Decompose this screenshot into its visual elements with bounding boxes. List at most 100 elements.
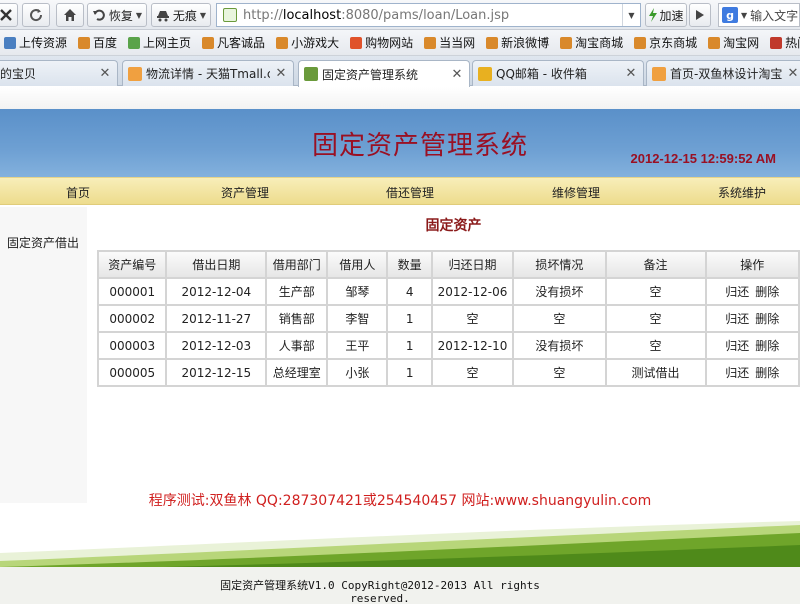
nav-item-home[interactable]: 首页 [66, 184, 90, 201]
close-tab-icon[interactable]: ✕ [624, 66, 638, 81]
nav-item-system-maintenance[interactable]: 系统维护 [718, 184, 766, 201]
actions-cell: 归还 删除 [704, 358, 800, 387]
bookmark-label: 淘宝商城 [575, 36, 624, 50]
delete-link[interactable]: 删除 [755, 339, 779, 353]
home-button[interactable] [56, 3, 84, 27]
bookmarks-bar: 上传资源 百度 上网主页 凡客诚品 小游戏大 购物网站 当当网 新浪微博 淘宝商城 京东商城 淘宝网… [0, 30, 800, 56]
table-cell: 2012-12-06 [430, 277, 515, 306]
delete-link[interactable]: 删除 [755, 285, 779, 299]
incognito-button[interactable]: 无痕 ▼ [151, 3, 211, 27]
accelerate-button[interactable]: 加速 [645, 3, 687, 27]
table-row: 000002 2012-11-27 销售部 李智 1 空空空归还 删除 [96, 304, 800, 333]
address-bar[interactable]: http://localhost:8080/pams/loan/Loan.jsp… [216, 3, 641, 27]
bookmark-label: 上网主页 [143, 36, 192, 50]
tab-favicon [478, 66, 492, 81]
table-row: 000005 2012-12-15 总经理室 小张 1 空空测试借出 归还 删除 [96, 358, 800, 387]
incognito-icon [156, 11, 169, 22]
bookmark-item[interactable]: 上网主页 [128, 34, 191, 51]
sidebar-item-asset-loan[interactable]: 固定资产借出 [7, 234, 79, 251]
footer-line-2: reserved. [350, 592, 410, 604]
undo-icon [92, 9, 105, 21]
bookmark-item[interactable]: 百度 [78, 34, 117, 51]
column-header: 数量 [386, 250, 433, 279]
restore-button[interactable]: 恢复 ▼ [87, 3, 147, 27]
search-box[interactable]: g ▼ 输入文字 [718, 3, 800, 27]
table-cell: 2012-12-15 [165, 358, 268, 387]
browser-tab[interactable]: 首页-双鱼林设计淘宝店... ✕ [646, 60, 800, 86]
restore-label: 恢复 [108, 8, 133, 23]
tab-favicon [652, 66, 666, 81]
browser-toolbar: 恢复 ▼ 无痕 ▼ http://localhost:8080/pams/loa… [0, 0, 800, 30]
browser-tab[interactable]: QQ邮箱 - 收件箱 ✕ [472, 60, 644, 86]
browser-tab[interactable]: 的宝贝 ✕ [0, 60, 118, 86]
table-cell: 李智 [326, 304, 389, 333]
return-link[interactable]: 归还 [725, 312, 749, 326]
bookmark-item[interactable]: 当当网 [424, 34, 475, 51]
bookmark-item[interactable]: 淘宝商城 [560, 34, 623, 51]
bookmark-icon [486, 36, 499, 49]
table-cell: 2012-12-04 [165, 277, 268, 306]
asset-loan-table: 资产编号 借出日期 借用部门 借用人 数量 归还日期 损坏情况 备注 操作 000001 2012… [96, 250, 800, 387]
bookmark-item[interactable]: 上传资源 [4, 34, 67, 51]
close-icon [0, 9, 12, 21]
page-top-strip [0, 87, 800, 109]
column-header: 归还日期 [430, 250, 515, 279]
bookmark-item[interactable]: 购物网站 [350, 34, 413, 51]
search-input[interactable]: 输入文字 [750, 7, 798, 24]
table-cell: 人事部 [265, 331, 329, 360]
sidebar: 固定资产借出 [0, 207, 87, 503]
table-row: 000001 2012-12-04 生产部 邹琴 4 2012-12-06 没有损坏空归还删… [96, 277, 800, 306]
column-header: 操作 [704, 250, 800, 279]
home-icon [64, 9, 76, 21]
bookmark-icon [78, 36, 91, 49]
return-link[interactable]: 归还 [725, 285, 749, 299]
column-header: 借用部门 [265, 250, 329, 279]
bookmark-icon [424, 36, 437, 49]
bookmark-label: 上传资源 [19, 36, 68, 50]
close-tab-icon[interactable]: ✕ [98, 66, 112, 81]
table-cell: 2012-12-03 [165, 331, 268, 360]
close-tab-icon[interactable]: ✕ [786, 66, 800, 81]
tab-title: QQ邮箱 - 收件箱 [496, 67, 587, 81]
browser-tab[interactable]: 物流详情 - 天猫Tmall.c... ✕ [122, 60, 294, 86]
stop-button[interactable] [0, 3, 18, 27]
delete-link[interactable]: 删除 [755, 312, 779, 326]
bookmark-item[interactable]: 淘宝网 [708, 34, 759, 51]
go-button[interactable] [689, 3, 711, 27]
bookmark-item[interactable]: 凡客诚品 [202, 34, 265, 51]
main-nav: 首页 资产管理 借还管理 维修管理 系统维护 [0, 177, 800, 205]
lightning-icon [649, 8, 658, 22]
bookmark-label: 小游戏大 [291, 36, 340, 50]
accelerate-label: 加速 [659, 8, 684, 23]
bookmark-item[interactable]: 热门游戏 [770, 34, 800, 51]
address-dropdown-icon[interactable]: ▼ [622, 4, 640, 26]
bookmark-item[interactable]: 小游戏大 [276, 34, 339, 51]
bookmark-icon [4, 36, 16, 49]
chevron-down-icon: ▼ [135, 10, 143, 20]
bookmark-label: 当当网 [439, 36, 476, 50]
table-cell: 空 [512, 304, 607, 333]
return-link[interactable]: 归还 [725, 366, 749, 380]
table-cell: 空 [604, 331, 707, 360]
delete-link[interactable]: 删除 [755, 366, 779, 380]
table-cell: 空 [430, 358, 515, 387]
refresh-button[interactable] [22, 3, 50, 27]
bookmark-item[interactable]: 新浪微博 [486, 34, 549, 51]
nav-item-loan-management[interactable]: 借还管理 [386, 184, 434, 201]
table-cell: 没有损坏 [512, 277, 607, 306]
bookmark-label: 淘宝网 [723, 36, 760, 50]
close-tab-icon[interactable]: ✕ [450, 67, 464, 82]
bookmark-item[interactable]: 京东商城 [634, 34, 697, 51]
bookmark-label: 新浪微博 [501, 36, 550, 50]
actions-cell: 归还 删除 [704, 304, 800, 333]
close-tab-icon[interactable]: ✕ [274, 66, 288, 81]
return-link[interactable]: 归还 [725, 339, 749, 353]
browser-tab[interactable]: 固定资产管理系统 ✕ [298, 60, 470, 87]
bookmark-icon [560, 36, 573, 49]
nav-item-repair-management[interactable]: 维修管理 [552, 184, 600, 201]
column-header: 备注 [604, 250, 707, 279]
table-cell: 空 [604, 277, 707, 306]
table-row: 000003 2012-12-03 人事部 王平 1 2012-12-10 没有损坏空归还删… [96, 331, 800, 360]
nav-item-asset-management[interactable]: 资产管理 [221, 184, 269, 201]
decorative-wave [0, 521, 800, 575]
